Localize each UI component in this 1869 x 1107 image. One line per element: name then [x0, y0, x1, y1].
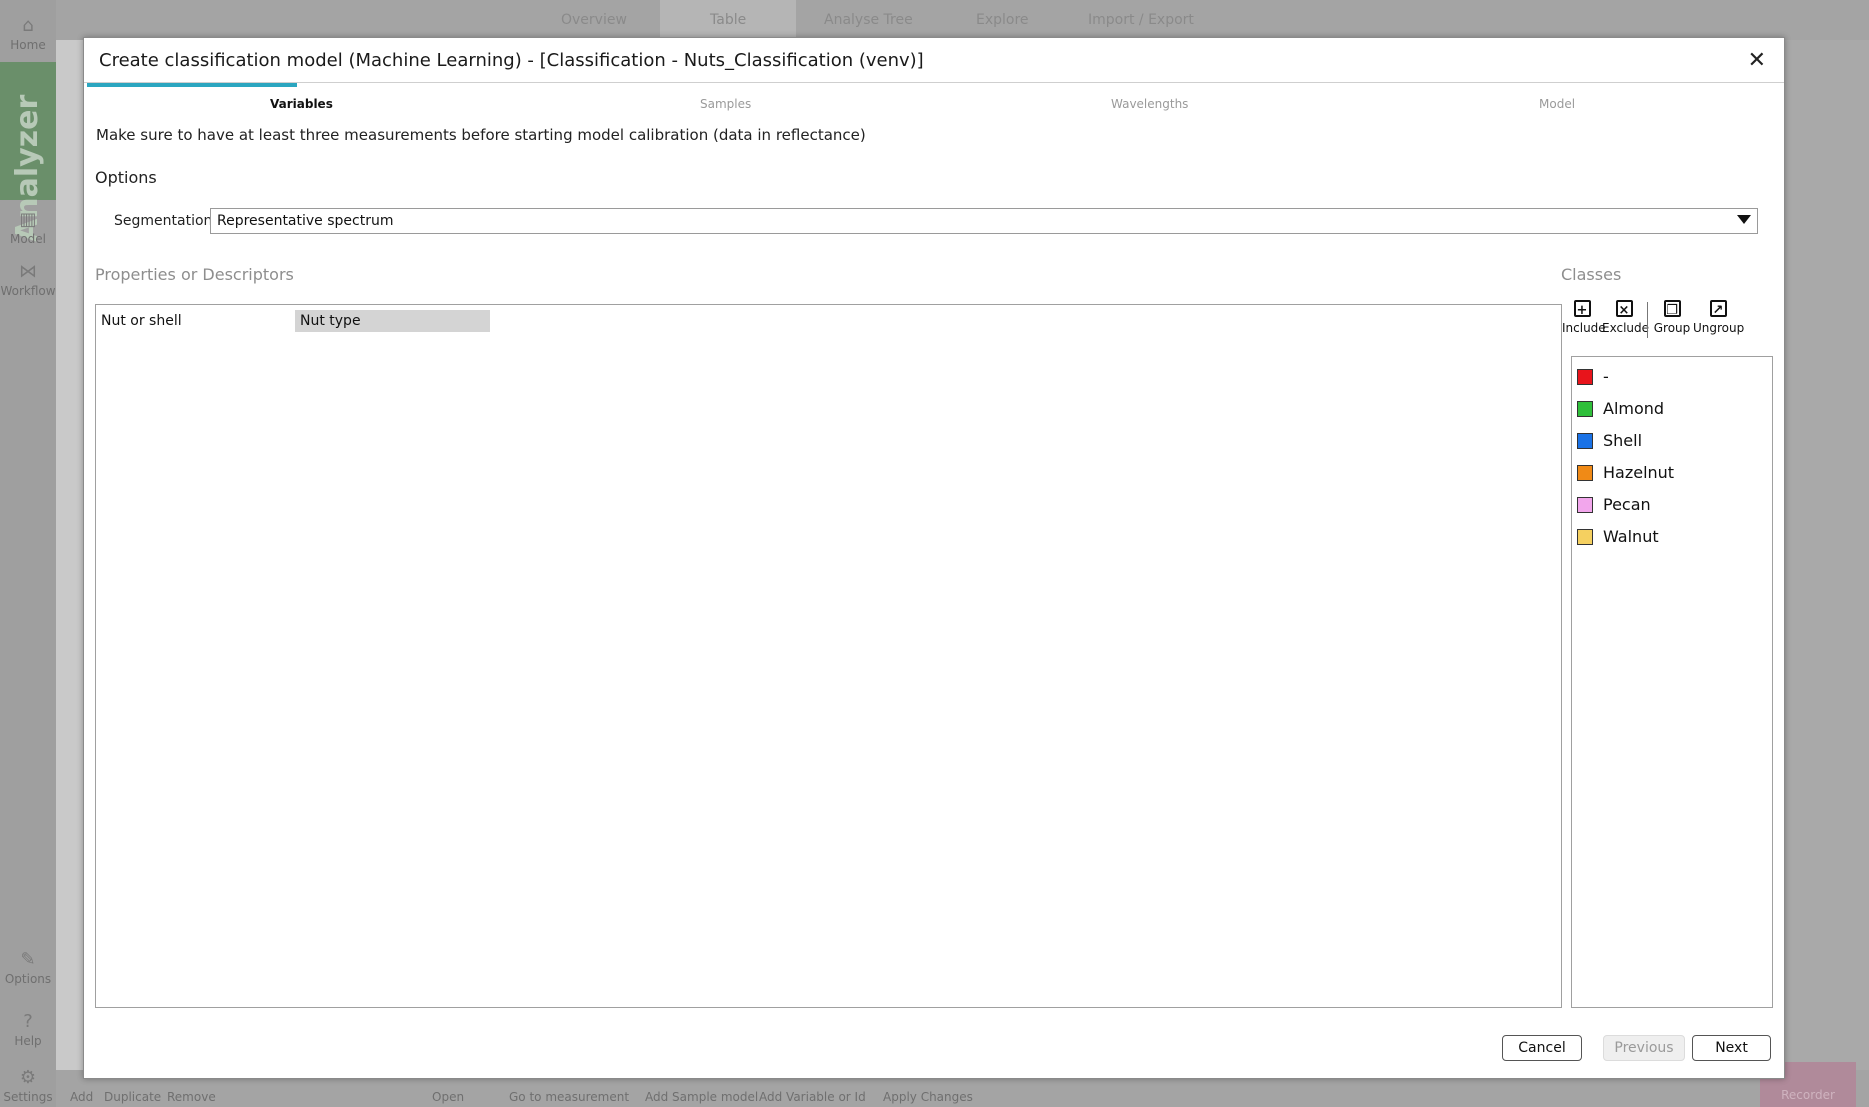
nav-options[interactable]: ✎ Options [0, 949, 56, 987]
classes-toolbar: + Include × Exclude ❐ Group ↗ Ungroup [1562, 300, 1762, 350]
tab-import-export[interactable]: Import / Export [1088, 12, 1194, 28]
class-label: - [1603, 367, 1609, 386]
step-samples[interactable]: Samples [700, 97, 751, 111]
tab-table[interactable]: Table [660, 0, 797, 40]
nav-workflow-label: Workflow [0, 284, 56, 298]
class-label: Hazelnut [1603, 463, 1675, 482]
nav-home[interactable]: ⌂ Home [0, 15, 56, 53]
background-table [1780, 40, 1869, 1070]
class-label: Pecan [1603, 495, 1651, 514]
step-variables[interactable]: Variables [270, 97, 333, 111]
left-navigation: ⌂ Home Analyzer ▥ Model ⋈ Workflow ✎ Opt… [0, 0, 56, 1107]
tab-analyse-tree[interactable]: Analyse Tree [824, 12, 913, 28]
dropdown-arrow-icon [1737, 215, 1751, 224]
go-to-measurement-button[interactable]: Go to measurement [509, 1090, 629, 1104]
exclude-button[interactable]: × Exclude [1602, 300, 1650, 335]
duplicate-button[interactable]: Duplicate [104, 1090, 161, 1104]
open-button[interactable]: Open [432, 1090, 464, 1104]
nav-model[interactable]: ▥ Model [0, 209, 56, 247]
nav-options-label: Options [4, 972, 52, 986]
segmentation-label: Segmentation [114, 213, 213, 229]
nav-help[interactable]: ? Help [0, 1011, 56, 1049]
add-button[interactable]: Add [70, 1090, 93, 1104]
include-button[interactable]: + Include [1562, 300, 1606, 335]
pencil-icon: ✎ [20, 949, 36, 970]
segmentation-dropdown[interactable]: Representative spectrum [210, 208, 1758, 234]
class-label: Almond [1603, 399, 1665, 418]
instruction-text: Make sure to have at least three measure… [96, 126, 866, 144]
nav-analyzer[interactable]: Analyzer [0, 62, 56, 242]
remove-button[interactable]: Remove [167, 1090, 216, 1104]
segmentation-value: Representative spectrum [217, 213, 394, 229]
tab-overview[interactable]: Overview [561, 12, 627, 28]
previous-button[interactable]: Previous [1603, 1035, 1685, 1061]
class-color-swatch [1577, 497, 1593, 513]
chart-icon: ▥ [19, 209, 37, 230]
exclude-icon: × [1615, 300, 1633, 318]
include-icon: + [1573, 300, 1591, 318]
step-wavelengths[interactable]: Wavelengths [1111, 97, 1188, 111]
top-tab-bar: Overview Table Analyse Tree Explore Impo… [56, 0, 1869, 40]
add-variable-button[interactable]: Add Variable or Id [759, 1090, 866, 1104]
apply-changes-button[interactable]: Apply Changes [883, 1090, 973, 1104]
nav-help-label: Help [14, 1034, 42, 1048]
ungroup-label: Ungroup [1693, 321, 1745, 335]
dialog-title: Create classification model (Machine Lea… [99, 50, 924, 71]
add-sample-model-button[interactable]: Add Sample model [645, 1090, 758, 1104]
properties-list: Nut or shell Nut type [95, 304, 1562, 1008]
exclude-label: Exclude [1602, 321, 1650, 335]
class-color-swatch [1577, 433, 1593, 449]
classes-list: - Almond Shell Hazelnut Pecan Walnut [1571, 356, 1773, 1008]
class-color-swatch [1577, 529, 1593, 545]
home-icon: ⌂ [22, 15, 34, 36]
include-label: Include [1562, 321, 1606, 335]
properties-heading: Properties or Descriptors [95, 265, 294, 284]
group-label: Group [1653, 321, 1691, 335]
recorder-label: Recorder [1781, 1088, 1835, 1102]
property-nut-type[interactable]: Nut type [295, 310, 490, 332]
next-button[interactable]: Next [1692, 1035, 1771, 1061]
options-heading: Options [95, 168, 157, 187]
nav-model-label: Model [9, 232, 47, 246]
nav-settings-label: Settings [3, 1090, 53, 1104]
class-color-swatch [1577, 465, 1593, 481]
nav-workflow[interactable]: ⋈ Workflow [0, 261, 56, 299]
classes-heading: Classes [1561, 265, 1622, 284]
class-label: Walnut [1603, 527, 1659, 546]
tab-explore[interactable]: Explore [976, 12, 1029, 28]
group-button[interactable]: ❐ Group [1652, 300, 1692, 335]
class-color-swatch [1577, 401, 1593, 417]
step-model[interactable]: Model [1539, 97, 1575, 111]
toolbar-divider [1647, 302, 1648, 338]
wizard-steps: Variables Samples Wavelengths Model [84, 83, 1784, 119]
group-icon: ❐ [1663, 300, 1681, 318]
step-progress-bar [87, 83, 297, 87]
help-icon: ? [23, 1011, 33, 1032]
cancel-button[interactable]: Cancel [1502, 1035, 1582, 1061]
create-classification-model-dialog: Create classification model (Machine Lea… [83, 37, 1785, 1079]
ungroup-icon: ↗ [1709, 300, 1727, 318]
nav-settings[interactable]: ⚙ Settings [0, 1067, 56, 1105]
gear-icon: ⚙ [19, 1067, 37, 1088]
class-label: Shell [1603, 431, 1643, 450]
nav-home-label: Home [10, 38, 46, 52]
workflow-icon: ⋈ [19, 261, 37, 282]
close-icon[interactable]: ✕ [1748, 48, 1766, 73]
class-color-swatch [1577, 369, 1593, 385]
ungroup-button[interactable]: ↗ Ungroup [1693, 300, 1745, 335]
property-nut-or-shell[interactable]: Nut or shell [96, 310, 182, 332]
